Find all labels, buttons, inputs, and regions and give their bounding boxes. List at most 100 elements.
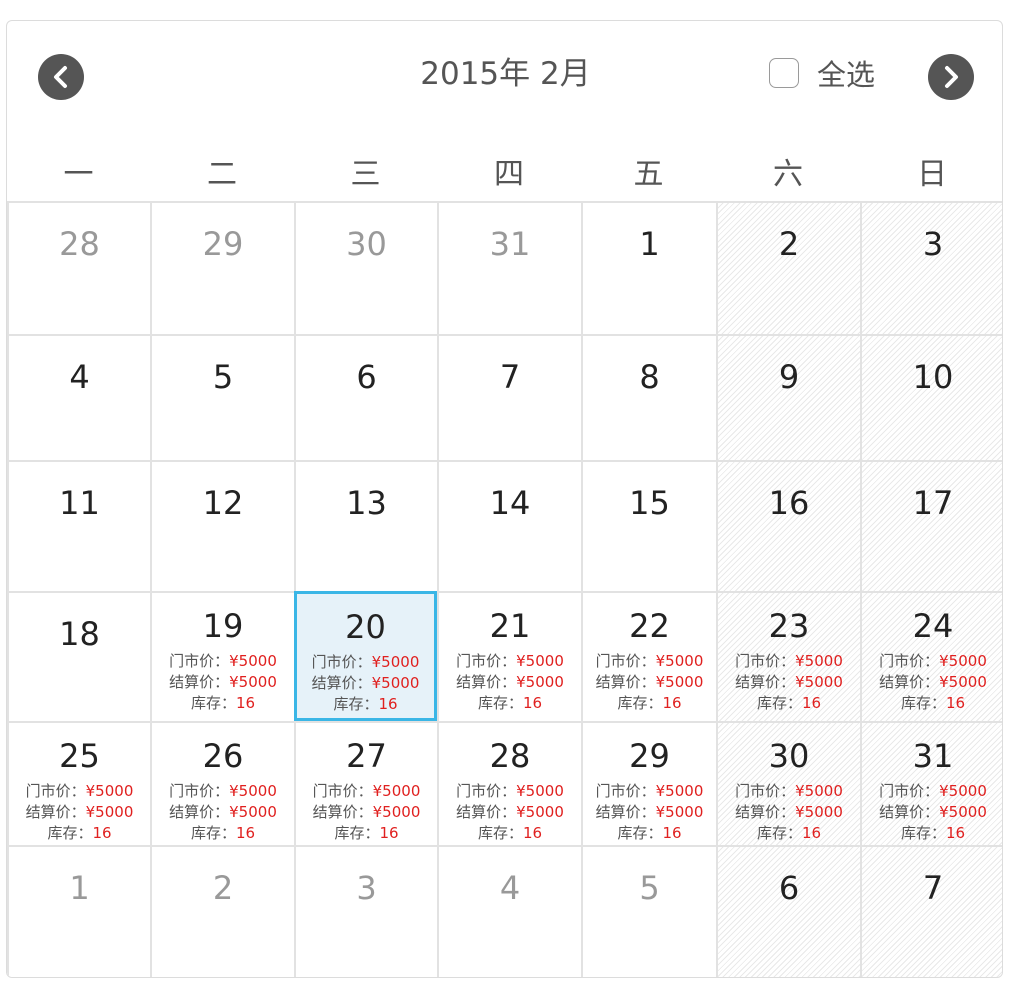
day-number: 1 xyxy=(639,225,660,263)
stock-count-line: 库存：16 xyxy=(296,823,437,844)
settle-price-line: 结算价：¥5000 xyxy=(439,672,581,693)
weekday-label: 四 xyxy=(494,157,524,192)
day-cell[interactable]: 29 门市价：¥5000 结算价：¥5000 库存：16 xyxy=(581,721,716,845)
day-cell[interactable]: 29 xyxy=(150,201,294,334)
market-price-label: 门市价： xyxy=(595,652,656,670)
day-cell[interactable]: 3 xyxy=(860,201,1002,334)
day-cell[interactable]: 18 xyxy=(7,591,150,721)
stock-count-line: 库存：16 xyxy=(9,823,150,844)
day-cell[interactable]: 4 xyxy=(7,334,150,460)
stock-count-label: 库存： xyxy=(190,694,236,712)
stock-count-line: 库存：16 xyxy=(862,693,1002,714)
settle-price-value: ¥5000 xyxy=(939,803,987,821)
stock-count-line: 库存：16 xyxy=(718,823,860,844)
day-cell[interactable]: 2 xyxy=(150,845,294,977)
day-cell[interactable]: 11 xyxy=(7,460,150,591)
day-cell[interactable]: 24 门市价：¥5000 结算价：¥5000 库存：16 xyxy=(860,591,1002,721)
market-price-label: 门市价： xyxy=(169,652,230,670)
stock-count-label: 库存： xyxy=(617,824,663,842)
day-cell[interactable]: 25 门市价：¥5000 结算价：¥5000 库存：16 xyxy=(7,721,150,845)
stock-count-label: 库存： xyxy=(756,694,802,712)
day-cell[interactable]: 31 门市价：¥5000 结算价：¥5000 库存：16 xyxy=(860,721,1002,845)
day-cell[interactable]: 6 xyxy=(294,334,437,460)
stock-count-value: 16 xyxy=(522,694,543,712)
settle-price-label: 结算价： xyxy=(879,673,940,691)
settle-price-label: 结算价： xyxy=(735,673,796,691)
day-cell[interactable]: 19 门市价：¥5000 结算价：¥5000 库存：16 xyxy=(150,591,294,721)
stock-count-value: 16 xyxy=(801,824,822,842)
day-cell[interactable]: 23 门市价：¥5000 结算价：¥5000 库存：16 xyxy=(716,591,860,721)
day-cell[interactable]: 28 门市价：¥5000 结算价：¥5000 库存：16 xyxy=(437,721,581,845)
day-cell[interactable]: 31 xyxy=(437,201,581,334)
day-cell[interactable]: 1 xyxy=(581,201,716,334)
day-cell[interactable]: 14 xyxy=(437,460,581,591)
day-number: 3 xyxy=(922,225,944,263)
day-cell[interactable]: 13 xyxy=(294,460,437,591)
day-number: 11 xyxy=(59,484,100,522)
market-price-line: 门市价：¥5000 xyxy=(583,651,716,672)
day-number: 17 xyxy=(912,484,954,522)
stock-count-label: 库存： xyxy=(756,824,802,842)
market-price-line: 门市价：¥5000 xyxy=(583,781,716,802)
market-price-label: 门市价： xyxy=(169,782,230,800)
day-cell[interactable]: 22 门市价：¥5000 结算价：¥5000 库存：16 xyxy=(581,591,716,721)
day-cell[interactable]: 5 xyxy=(581,845,716,977)
settle-price-line: 结算价：¥5000 xyxy=(296,802,437,823)
settle-price-line: 结算价：¥5000 xyxy=(297,673,434,694)
day-cell[interactable]: 5 xyxy=(150,334,294,460)
market-price-line: 门市价：¥5000 xyxy=(718,781,860,802)
day-cell[interactable]: 2 xyxy=(716,201,860,334)
day-cell[interactable]: 20 门市价：¥5000 结算价：¥5000 库存：16 xyxy=(294,591,437,721)
market-price-line: 门市价：¥5000 xyxy=(152,651,294,672)
price-info: 门市价：¥5000 结算价：¥5000 库存：16 xyxy=(439,781,581,844)
price-info: 门市价：¥5000 结算价：¥5000 库存：16 xyxy=(152,651,294,714)
day-cell[interactable]: 1 xyxy=(7,845,150,977)
market-price-value: ¥5000 xyxy=(516,652,564,670)
day-cell[interactable]: 9 xyxy=(716,334,860,460)
calendar-widget: 2015年 2月 全选 一二三四五六日 28 29 30 31 1 2 3 4 5 6 7 8 9 10 1… xyxy=(6,20,1003,978)
market-price-label: 门市价： xyxy=(312,782,373,800)
day-number: 5 xyxy=(212,358,234,396)
day-cell[interactable]: 30 xyxy=(294,201,437,334)
day-number: 8 xyxy=(639,358,660,396)
settle-price-value: ¥5000 xyxy=(795,673,843,691)
day-cell[interactable]: 16 xyxy=(716,460,860,591)
day-number: 6 xyxy=(778,869,800,907)
market-price-line: 门市价：¥5000 xyxy=(297,652,434,673)
settle-price-line: 结算价：¥5000 xyxy=(439,802,581,823)
day-number: 22 xyxy=(629,607,670,645)
settle-price-label: 结算价： xyxy=(311,674,372,692)
day-cell[interactable]: 27 门市价：¥5000 结算价：¥5000 库存：16 xyxy=(294,721,437,845)
day-cell[interactable]: 3 xyxy=(294,845,437,977)
day-number: 20 xyxy=(345,608,386,646)
day-cell[interactable]: 12 xyxy=(150,460,294,591)
day-cell[interactable]: 4 xyxy=(437,845,581,977)
stock-count-label: 库存： xyxy=(477,824,523,842)
market-price-line: 门市价：¥5000 xyxy=(862,651,1002,672)
day-cell[interactable]: 30 门市价：¥5000 结算价：¥5000 库存：16 xyxy=(716,721,860,845)
settle-price-line: 结算价：¥5000 xyxy=(862,672,1002,693)
market-price-line: 门市价：¥5000 xyxy=(9,781,150,802)
market-price-value: ¥5000 xyxy=(371,653,420,671)
day-cell[interactable]: 7 xyxy=(437,334,581,460)
day-number: 30 xyxy=(346,225,387,263)
day-cell[interactable]: 10 xyxy=(860,334,1002,460)
next-month-button[interactable] xyxy=(928,54,974,100)
day-cell[interactable]: 7 xyxy=(860,845,1002,977)
day-cell[interactable]: 28 xyxy=(7,201,150,334)
day-cell[interactable]: 17 xyxy=(860,460,1002,591)
day-cell[interactable]: 6 xyxy=(716,845,860,977)
settle-price-line: 结算价：¥5000 xyxy=(9,802,150,823)
day-cell[interactable]: 26 门市价：¥5000 结算价：¥5000 库存：16 xyxy=(150,721,294,845)
day-cell[interactable]: 15 xyxy=(581,460,716,591)
settle-price-value: ¥5000 xyxy=(795,803,843,821)
stock-count-line: 库存：16 xyxy=(583,823,716,844)
day-cell[interactable]: 21 门市价：¥5000 结算价：¥5000 库存：16 xyxy=(437,591,581,721)
price-info: 门市价：¥5000 结算价：¥5000 库存：16 xyxy=(296,781,437,844)
day-number: 7 xyxy=(499,358,521,396)
day-cell[interactable]: 8 xyxy=(581,334,716,460)
market-price-label: 门市价： xyxy=(879,782,940,800)
settle-price-line: 结算价：¥5000 xyxy=(152,672,294,693)
select-all-toggle[interactable]: 全选 xyxy=(769,55,875,92)
select-all-checkbox[interactable] xyxy=(769,58,799,88)
